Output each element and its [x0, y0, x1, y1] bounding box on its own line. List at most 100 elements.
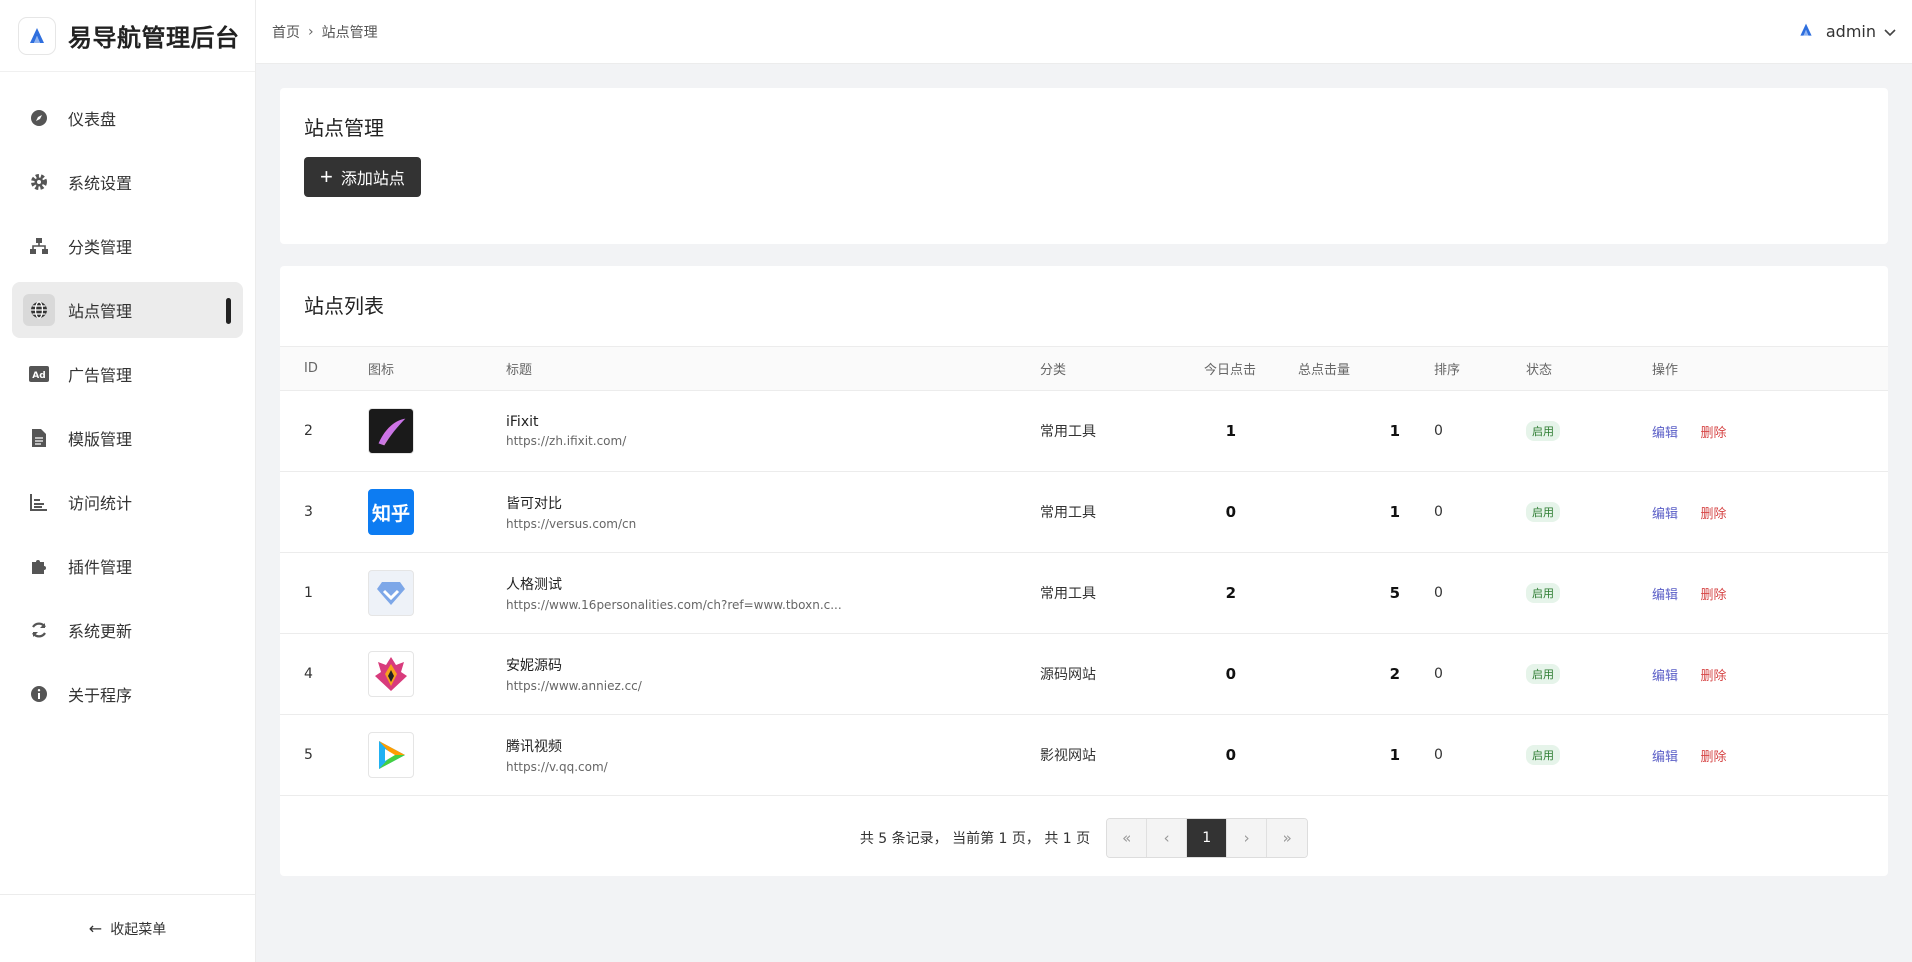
- sidebar-item-dashboard[interactable]: 仪表盘: [12, 90, 243, 146]
- first-page-button[interactable]: «: [1107, 819, 1148, 857]
- brand-title: 易导航管理后台: [68, 24, 240, 52]
- pagination-info: 共 5 条记录， 当前第 1 页， 共 1 页: [859, 831, 1091, 847]
- chart-icon: [28, 491, 50, 513]
- zhihu-logo-icon: 知乎: [368, 489, 414, 535]
- sidebar: 易导航管理后台 仪表盘 系统设置 分类管理 站点管理 Ad 广告管理 模版管理 …: [0, 0, 256, 962]
- cell-id: 3: [304, 504, 313, 520]
- collapse-menu-label: 收起菜单: [110, 921, 167, 938]
- edit-link[interactable]: 编辑: [1652, 507, 1678, 522]
- column-header-category: 分类: [1040, 363, 1067, 378]
- sidebar-menu: 仪表盘 系统设置 分类管理 站点管理 Ad 广告管理 模版管理 访问统计 插件管…: [0, 72, 255, 722]
- cell-category: 源码网站: [1040, 667, 1096, 683]
- status-badge: 启用: [1526, 583, 1560, 603]
- status-badge: 启用: [1526, 421, 1560, 441]
- column-header-actions: 操作: [1652, 363, 1679, 378]
- edit-link[interactable]: 编辑: [1652, 588, 1678, 603]
- file-icon: [28, 427, 50, 449]
- column-header-today-clicks: 今日点击: [1204, 363, 1257, 378]
- sidebar-item-label: 系统设置: [68, 174, 133, 193]
- sidebar-item-label: 站点管理: [68, 302, 133, 321]
- sidebar-item-templates[interactable]: 模版管理: [12, 410, 243, 466]
- sidebar-item-stats[interactable]: 访问统计: [12, 474, 243, 530]
- user-name: admin: [1825, 22, 1876, 41]
- delete-link[interactable]: 删除: [1700, 669, 1726, 684]
- page-title: 站点管理: [304, 116, 384, 140]
- pagination-controls: « ‹ 1 › »: [1106, 818, 1309, 858]
- tencent-video-logo-icon: [368, 732, 414, 778]
- column-header-icon: 图标: [368, 363, 395, 378]
- sidebar-item-categories[interactable]: 分类管理: [12, 218, 243, 274]
- cell-total-clicks: 1: [1389, 746, 1400, 764]
- delete-link[interactable]: 删除: [1700, 507, 1726, 522]
- ad-icon: Ad: [28, 363, 50, 385]
- sidebar-item-sites[interactable]: 站点管理: [12, 282, 243, 338]
- cell-total-clicks: 5: [1389, 584, 1400, 602]
- sitemap-icon: [28, 235, 50, 257]
- cell-category: 常用工具: [1040, 586, 1096, 602]
- refresh-icon: [28, 619, 50, 641]
- column-header-total-clicks: 总点击量: [1298, 363, 1351, 378]
- edit-link[interactable]: 编辑: [1652, 426, 1678, 441]
- add-site-button[interactable]: + 添加站点: [304, 157, 421, 197]
- add-site-label: 添加站点: [340, 171, 405, 188]
- site-url: https://zh.ifixit.com/: [506, 434, 627, 448]
- sidebar-item-label: 关于程序: [68, 686, 133, 705]
- cell-today-clicks: 0: [1225, 665, 1236, 683]
- breadcrumb-home-link[interactable]: 首页: [272, 22, 300, 42]
- cell-today-clicks: 2: [1225, 584, 1236, 602]
- site-table: ID 图标 标题 分类 今日点击 总点击量 排序 状态 操作 2 iFixit …: [280, 346, 1888, 796]
- site-name: 人格测试: [506, 577, 562, 593]
- edit-link[interactable]: 编辑: [1652, 750, 1678, 765]
- cell-category: 常用工具: [1040, 505, 1096, 521]
- cell-sort: 0: [1434, 747, 1443, 763]
- cell-today-clicks: 1: [1225, 422, 1236, 440]
- edit-link[interactable]: 编辑: [1652, 669, 1678, 684]
- delete-link[interactable]: 删除: [1700, 426, 1726, 441]
- cell-sort: 0: [1434, 666, 1443, 682]
- svg-text:Ad: Ad: [32, 371, 45, 381]
- cell-id: 4: [304, 666, 313, 682]
- plus-icon: +: [320, 164, 333, 189]
- compass-icon: [28, 107, 50, 129]
- cell-sort: 0: [1434, 504, 1443, 520]
- site-manage-card: 站点管理 + 添加站点: [280, 88, 1888, 244]
- site-name: 安妮源码: [506, 658, 562, 674]
- site-url: https://www.anniez.cc/: [506, 679, 642, 693]
- site-url: https://v.qq.com/: [506, 760, 608, 774]
- sidebar-item-label: 模版管理: [68, 430, 133, 449]
- collapse-menu-button[interactable]: ← 收起菜单: [0, 894, 255, 962]
- column-header-sort: 排序: [1434, 363, 1461, 378]
- sidebar-item-about[interactable]: 关于程序: [12, 666, 243, 722]
- gear-icon: [28, 171, 50, 193]
- sidebar-item-plugins[interactable]: 插件管理: [12, 538, 243, 594]
- cell-today-clicks: 0: [1225, 503, 1236, 521]
- next-page-button[interactable]: ›: [1227, 819, 1268, 857]
- sidebar-item-settings[interactable]: 系统设置: [12, 154, 243, 210]
- cell-id: 2: [304, 423, 313, 439]
- breadcrumb-current: 站点管理: [321, 24, 378, 41]
- site-url: https://www.16personalities.com/ch?ref=w…: [506, 598, 842, 612]
- user-menu[interactable]: admin: [1798, 22, 1896, 42]
- sidebar-item-ads[interactable]: Ad 广告管理: [12, 346, 243, 402]
- current-page-button[interactable]: 1: [1187, 819, 1228, 857]
- chevron-down-icon: [1884, 22, 1896, 41]
- sidebar-item-update[interactable]: 系统更新: [12, 602, 243, 658]
- table-row: 4 安妮源码 https://www.anniez.cc/ 源码网站 0 2 0…: [280, 634, 1888, 715]
- cell-total-clicks: 2: [1389, 665, 1400, 683]
- column-header-status: 状态: [1526, 363, 1553, 378]
- delete-link[interactable]: 删除: [1700, 750, 1726, 765]
- delete-link[interactable]: 删除: [1700, 588, 1726, 603]
- arrow-left-icon: ←: [88, 919, 103, 938]
- info-icon: [28, 683, 50, 705]
- last-page-button[interactable]: »: [1267, 819, 1308, 857]
- user-avatar-icon: [1798, 22, 1814, 42]
- prev-page-button[interactable]: ‹: [1147, 819, 1188, 857]
- diamond-logo-icon: [368, 570, 414, 616]
- table-row: 5 腾讯视频 https://v.qq.com/ 影视网站 0 1 0 启用 编…: [280, 715, 1888, 796]
- procreate-logo-icon: [368, 408, 414, 454]
- sidebar-item-label: 插件管理: [68, 558, 133, 577]
- status-badge: 启用: [1526, 502, 1560, 522]
- site-list-card: 站点列表 ID 图标 标题 分类 今日点击 总点击量 排序 状态 操作 2 iF…: [280, 266, 1888, 876]
- table-row: 2 iFixit https://zh.ifixit.com/ 常用工具 1 1…: [280, 391, 1888, 472]
- table-row: 1 人格测试 https://www.16personalities.com/c…: [280, 553, 1888, 634]
